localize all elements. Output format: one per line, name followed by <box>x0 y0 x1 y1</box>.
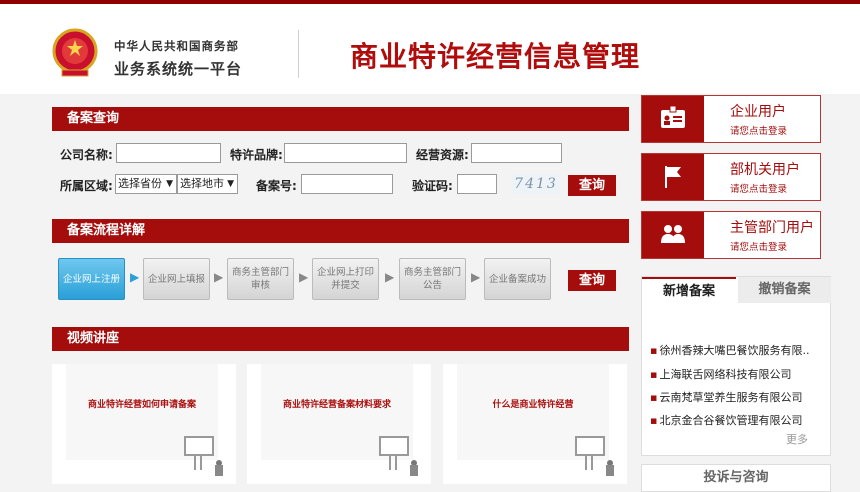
step-print[interactable]: 企业网上打印并提交 <box>312 258 379 300</box>
header-divider <box>298 30 299 78</box>
captcha-input[interactable] <box>457 174 497 194</box>
presenter-body <box>215 465 223 476</box>
chevron-down-icon: ▼ <box>227 179 234 189</box>
step-success[interactable]: 企业备案成功 <box>484 258 551 300</box>
record-no-label: 备案号: <box>256 179 297 193</box>
process-query-button[interactable]: 查询 <box>568 270 616 291</box>
step-register[interactable]: 企业网上注册 <box>58 258 125 300</box>
resource-input[interactable] <box>471 143 562 163</box>
video-card[interactable]: 商业特许经营备案材料要求 <box>247 364 431 484</box>
video-title: 什么是商业特许经营 <box>492 400 574 410</box>
captcha-label: 验证码: <box>412 179 453 193</box>
list-item[interactable]: 上海联舌网络科技有限公司 <box>650 366 791 382</box>
page-title: 商业特许经营信息管理 <box>350 40 641 73</box>
whiteboard-stand <box>194 456 202 470</box>
login-hint: 请您点击登录 <box>730 126 788 137</box>
icon-bg <box>642 96 704 142</box>
header: 中华人民共和国商务部 业务系统统一平台 商业特许经营信息管理 <box>0 4 860 94</box>
company-name-input[interactable] <box>116 143 221 163</box>
query-section-header: 备案查询 <box>52 107 629 131</box>
login-hint: 请您点击登录 <box>730 184 788 195</box>
id-card-icon <box>661 105 685 128</box>
org-name: 中华人民共和国商务部 <box>114 39 239 53</box>
brand-input[interactable] <box>284 143 407 163</box>
arrow-right-icon: ▶ <box>471 270 481 284</box>
national-emblem-icon <box>52 28 98 77</box>
step-review[interactable]: 商务主管部门审核 <box>227 258 294 300</box>
whiteboard-icon <box>379 436 409 456</box>
step-announce[interactable]: 商务主管部门公告 <box>399 258 466 300</box>
list-item[interactable]: 北京金合谷餐饮管理有限公司 <box>650 412 802 428</box>
presenter-body <box>606 465 614 476</box>
chevron-down-icon: ▼ <box>166 179 173 189</box>
user-type-title: 部机关用户 <box>730 162 800 178</box>
region-label: 所属区域: <box>60 179 113 193</box>
whiteboard-icon <box>575 436 605 456</box>
ministry-user-login[interactable]: 部机关用户 请您点击登录 <box>641 153 821 201</box>
video-card[interactable]: 商业特许经营如何申请备案 <box>52 364 236 484</box>
tab-new-records[interactable]: 新增备案 <box>642 277 736 303</box>
video-title: 商业特许经营如何申请备案 <box>87 400 196 410</box>
province-select[interactable]: 选择省份 ▼ <box>115 174 177 194</box>
whiteboard-stand <box>389 456 397 470</box>
record-no-input[interactable] <box>301 174 393 194</box>
login-hint: 请您点击登录 <box>730 242 788 253</box>
icon-bg <box>642 212 704 258</box>
video-section-header: 视频讲座 <box>52 327 629 351</box>
more-link[interactable]: 更多 <box>786 431 808 447</box>
arrow-right-icon: ▶ <box>214 270 224 284</box>
captcha-image[interactable]: 7413 <box>512 174 560 194</box>
query-button[interactable]: 查询 <box>568 175 616 196</box>
resource-label: 经营资源: <box>416 148 469 162</box>
city-select[interactable]: 选择地市 ▼ <box>177 174 238 194</box>
process-section-header: 备案流程详解 <box>52 219 629 243</box>
tab-cancelled-records[interactable]: 撤销备案 <box>738 277 831 303</box>
presenter-body <box>410 465 418 476</box>
user-type-title: 企业用户 <box>730 104 786 120</box>
user-type-title: 主管部门用户 <box>730 220 814 236</box>
complaint-consult-header[interactable]: 投诉与咨询 <box>641 464 831 492</box>
department-user-login[interactable]: 主管部门用户 请您点击登录 <box>641 211 821 259</box>
arrow-right-icon: ▶ <box>130 270 140 284</box>
video-card[interactable]: 什么是商业特许经营 <box>443 364 627 484</box>
list-item[interactable]: 徐州香辣大嘴巴餐饮服务有限.. <box>650 342 809 358</box>
step-fill[interactable]: 企业网上填报 <box>143 258 210 300</box>
company-label: 公司名称: <box>60 148 113 162</box>
video-title: 商业特许经营备案材料要求 <box>282 400 391 410</box>
enterprise-user-login[interactable]: 企业用户 请您点击登录 <box>641 95 821 143</box>
people-icon <box>661 225 685 243</box>
record-news-panel: 新增备案 撤销备案 徐州香辣大嘴巴餐饮服务有限.. 上海联舌网络科技有限公司 云… <box>641 276 831 456</box>
whiteboard-icon <box>184 436 214 456</box>
list-item[interactable]: 云南梵草堂养生服务有限公司 <box>650 389 802 405</box>
flag-icon <box>665 166 681 188</box>
platform-name: 业务系统统一平台 <box>114 60 243 78</box>
brand-label: 特许品牌: <box>230 148 283 162</box>
whiteboard-stand <box>585 456 593 470</box>
arrow-right-icon: ▶ <box>299 270 309 284</box>
icon-bg <box>642 154 704 200</box>
arrow-right-icon: ▶ <box>385 270 395 284</box>
